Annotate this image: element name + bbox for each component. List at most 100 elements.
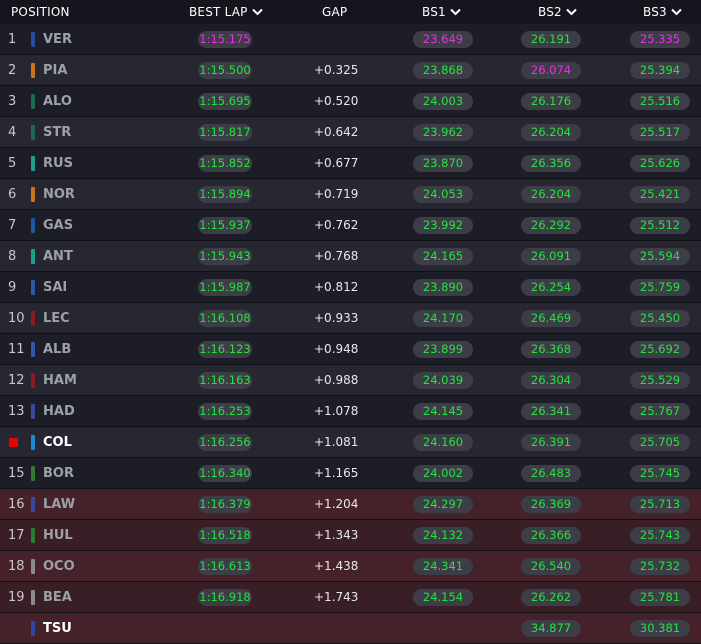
bs1-time: 24.297 <box>413 495 473 513</box>
bs2-time: 26.091 <box>521 247 581 265</box>
driver-code: ANT <box>43 248 73 264</box>
bs2-time: 26.540 <box>521 557 581 575</box>
bs1-time: 24.132 <box>413 526 473 544</box>
driver-code: HAM <box>43 372 77 388</box>
position-number: 9 <box>8 279 17 295</box>
column-header-bs3[interactable]: BS3 <box>613 5 701 19</box>
column-header-bs2-label: BS2 <box>538 5 562 19</box>
table-row[interactable]: 16 LAW 1:16.379 +1.204 24.297 26.369 25.… <box>0 489 701 520</box>
best-lap-time: 1:16.123 <box>198 340 252 358</box>
table-row[interactable]: 13 HAD 1:16.253 +1.078 24.145 26.341 25.… <box>0 396 701 427</box>
bs2-time: 26.262 <box>521 588 581 606</box>
best-lap-time: 1:16.163 <box>198 371 252 389</box>
position-number: 11 <box>8 341 25 357</box>
bs2-time: 26.191 <box>521 30 581 48</box>
team-color-bar <box>31 527 35 543</box>
team-color-bar <box>31 372 35 388</box>
gap-value: +0.642 <box>314 125 359 139</box>
table-row[interactable]: 2 PIA 1:15.500 +0.325 23.868 26.074 25.3… <box>0 55 701 86</box>
driver-code: BEA <box>43 589 72 605</box>
table-row[interactable]: TSU 34.877 30.381 <box>0 613 701 644</box>
gap-value: +1.078 <box>314 404 359 418</box>
column-header-bs1-label: BS1 <box>422 5 446 19</box>
driver-code: VER <box>43 31 72 47</box>
bs3-time: 25.512 <box>630 216 690 234</box>
table-row[interactable]: 12 HAM 1:16.163 +0.988 24.039 26.304 25.… <box>0 365 701 396</box>
table-row[interactable]: 15 BOR 1:16.340 +1.165 24.002 26.483 25.… <box>0 458 701 489</box>
position-number: 12 <box>8 372 25 388</box>
bs2-time: 26.304 <box>521 371 581 389</box>
bs2-time: 26.368 <box>521 340 581 358</box>
table-header: POSITION BEST LAP GAP BS1 BS2 BS3 <box>0 0 701 24</box>
team-color-bar <box>31 589 35 605</box>
current-position-marker <box>9 437 18 447</box>
bs2-time: 26.483 <box>521 464 581 482</box>
bs2-time: 34.877 <box>521 619 581 637</box>
bs2-time: 26.356 <box>521 154 581 172</box>
gap-value: +1.081 <box>314 435 359 449</box>
position-number: 6 <box>8 186 17 202</box>
bs2-time: 26.369 <box>521 495 581 513</box>
best-lap-time: 1:15.695 <box>198 92 252 110</box>
position-number: 16 <box>8 496 25 512</box>
position-number: 8 <box>8 248 17 264</box>
gap-value: +0.768 <box>314 249 359 263</box>
table-row[interactable]: 4 STR 1:15.817 +0.642 23.962 26.204 25.5… <box>0 117 701 148</box>
driver-code: TSU <box>43 620 72 636</box>
column-header-gap[interactable]: GAP <box>275 5 395 19</box>
bs3-time: 25.594 <box>630 247 690 265</box>
column-header-bs3-label: BS3 <box>643 5 667 19</box>
bs2-time: 26.176 <box>521 92 581 110</box>
table-row[interactable]: 11 ALB 1:16.123 +0.948 23.899 26.368 25.… <box>0 334 701 365</box>
best-lap-time: 1:16.518 <box>198 526 252 544</box>
bs3-time: 25.692 <box>630 340 690 358</box>
column-header-bs1[interactable]: BS1 <box>395 5 503 19</box>
bs3-time: 25.713 <box>630 495 690 513</box>
bs1-time: 23.992 <box>413 216 473 234</box>
table-row[interactable]: 6 NOR 1:15.894 +0.719 24.053 26.204 25.4… <box>0 179 701 210</box>
table-row[interactable]: 5 RUS 1:15.852 +0.677 23.870 26.356 25.6… <box>0 148 701 179</box>
bs2-time: 26.292 <box>521 216 581 234</box>
table-row[interactable]: 17 HUL 1:16.518 +1.343 24.132 26.366 25.… <box>0 520 701 551</box>
gap-value: +1.165 <box>314 466 359 480</box>
team-color-bar <box>31 31 35 47</box>
bs2-time: 26.341 <box>521 402 581 420</box>
driver-code: GAS <box>43 217 74 233</box>
table-row[interactable]: 9 SAI 1:15.987 +0.812 23.890 26.254 25.7… <box>0 272 701 303</box>
bs3-time: 25.394 <box>630 61 690 79</box>
bs1-time: 24.002 <box>413 464 473 482</box>
bs2-time: 26.204 <box>521 185 581 203</box>
bs3-time: 25.732 <box>630 557 690 575</box>
table-row[interactable]: 8 ANT 1:15.943 +0.768 24.165 26.091 25.5… <box>0 241 701 272</box>
table-row[interactable]: 1 VER 1:15.175 23.649 26.191 25.335 <box>0 24 701 55</box>
table-row[interactable]: 18 OCO 1:16.613 +1.438 24.341 26.540 25.… <box>0 551 701 582</box>
bs1-time: 24.003 <box>413 92 473 110</box>
bs1-time: 24.145 <box>413 402 473 420</box>
bs1-time: 23.649 <box>413 30 473 48</box>
bs3-time: 25.529 <box>630 371 690 389</box>
column-header-bs2[interactable]: BS2 <box>503 5 613 19</box>
bs3-time: 25.759 <box>630 278 690 296</box>
column-header-position[interactable]: POSITION <box>0 5 185 19</box>
table-row[interactable]: COL 1:16.256 +1.081 24.160 26.391 25.705 <box>0 427 701 458</box>
best-lap-time: 1:16.340 <box>198 464 252 482</box>
table-row[interactable]: 10 LEC 1:16.108 +0.933 24.170 26.469 25.… <box>0 303 701 334</box>
chevron-down-icon <box>671 8 682 16</box>
bs1-time: 24.154 <box>413 588 473 606</box>
best-lap-time: 1:16.613 <box>198 557 252 575</box>
position-number: 17 <box>8 527 25 543</box>
column-header-gap-label: GAP <box>322 5 348 19</box>
team-color-bar <box>31 186 35 202</box>
driver-code: LAW <box>43 496 76 512</box>
bs3-time: 25.335 <box>630 30 690 48</box>
column-header-best-lap[interactable]: BEST LAP <box>185 5 275 19</box>
table-row[interactable]: 3 ALO 1:15.695 +0.520 24.003 26.176 25.5… <box>0 86 701 117</box>
bs3-time: 25.517 <box>630 123 690 141</box>
column-header-best-lap-label: BEST LAP <box>189 5 248 19</box>
best-lap-time: 1:16.256 <box>198 433 252 451</box>
table-row[interactable]: 19 BEA 1:16.918 +1.743 24.154 26.262 25.… <box>0 582 701 613</box>
bs2-time: 26.366 <box>521 526 581 544</box>
bs3-time: 25.421 <box>630 185 690 203</box>
position-number: 19 <box>8 589 25 605</box>
table-row[interactable]: 7 GAS 1:15.937 +0.762 23.992 26.292 25.5… <box>0 210 701 241</box>
